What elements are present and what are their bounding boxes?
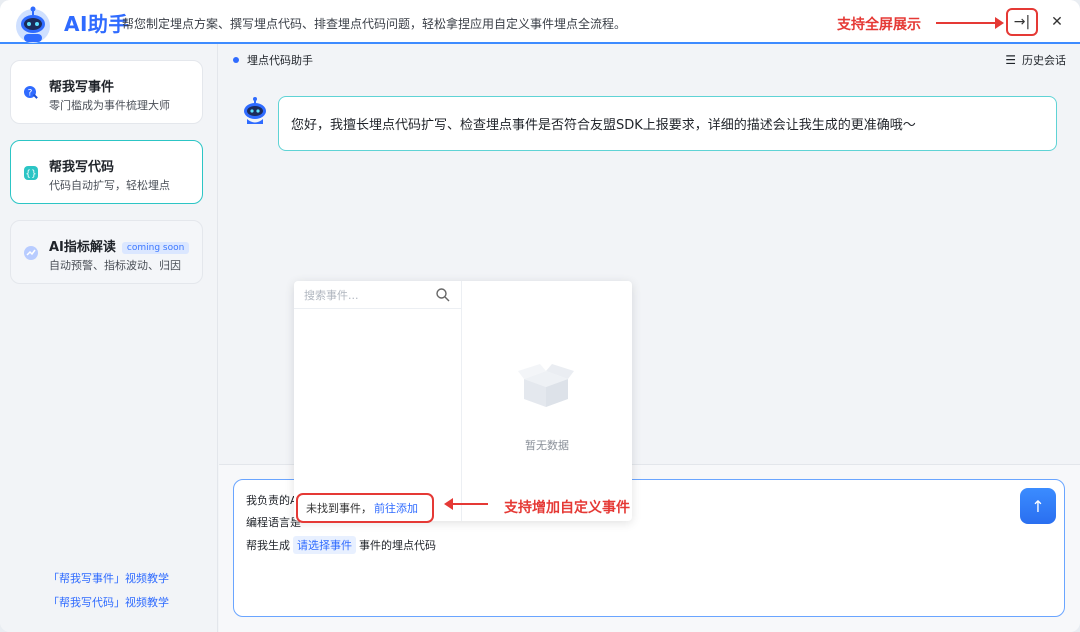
send-button[interactable]: ↑	[1020, 488, 1056, 524]
composer-line-3: 帮我生成 请选择事件 事件的埋点代码	[246, 536, 436, 554]
card-title: 帮我写代码	[49, 160, 115, 175]
assistant-message-text: 您好，我擅长埋点代码扩写、检查埋点事件是否符合友盟SDK上报要求，详细的描述会让…	[291, 118, 916, 133]
app-window: AI助手 帮您制定埋点方案、撰写埋点代码、排查埋点代码问题，轻松拿捏应用自定义事…	[0, 0, 1080, 632]
event-list-pane: 未找到事件，前往添加	[294, 281, 462, 523]
robot-logo-icon	[16, 6, 50, 43]
custom-event-annotation: 支持增加自定义事件	[504, 500, 630, 516]
history-button[interactable]: ☰ 历史会话	[1005, 52, 1066, 68]
header-bar: AI助手 帮您制定埋点方案、撰写埋点代码、排查埋点代码问题，轻松拿捏应用自定义事…	[0, 0, 1080, 44]
status-dot	[233, 57, 239, 63]
card-subtitle: 代码自动扩写，轻松埋点	[49, 179, 170, 192]
search-input[interactable]	[304, 287, 428, 303]
code-icon: {}	[24, 166, 38, 180]
video-tutorial-event-link[interactable]: 「帮我写事件」视频教学	[48, 570, 169, 586]
video-tutorial-code-link[interactable]: 「帮我写代码」视频教学	[48, 594, 169, 610]
page-title: 埋点代码助手	[233, 52, 313, 68]
assistant-message: 您好，我擅长埋点代码扩写、检查埋点事件是否符合友盟SDK上报要求，详细的描述会让…	[278, 96, 1057, 151]
add-event-row: 未找到事件， 前往添加	[296, 493, 434, 523]
select-event-chip[interactable]: 请选择事件	[293, 536, 356, 554]
page-title-text: 埋点代码助手	[247, 54, 313, 67]
card-title-text: AI指标解读	[49, 240, 116, 255]
card-title: 帮我写事件	[49, 80, 115, 95]
composer-prefix: 帮我生成	[246, 539, 290, 552]
search-row	[294, 281, 462, 309]
empty-box-icon	[518, 364, 574, 407]
add-event-link[interactable]: 前往添加	[374, 500, 418, 516]
annotation-arrow-left	[444, 498, 488, 510]
svg-text:{}: {}	[25, 170, 36, 180]
fullscreen-button[interactable]: →|	[1006, 8, 1038, 36]
pencil-question-icon: ?	[24, 86, 38, 99]
card-write-event[interactable]: ? 帮我写事件 零门槛成为事件梳理大师	[10, 60, 203, 124]
empty-state-text: 暂无数据	[525, 439, 569, 452]
header-tagline: 帮您制定埋点方案、撰写埋点代码、排查埋点代码问题，轻松拿捏应用自定义事件埋点全流…	[122, 17, 627, 31]
card-subtitle: 零门槛成为事件梳理大师	[49, 99, 170, 112]
brand-title: AI助手	[64, 12, 129, 36]
card-write-code[interactable]: {} 帮我写代码 代码自动扩写，轻松埋点	[10, 140, 203, 204]
search-icon[interactable]	[435, 287, 451, 303]
bot-avatar-icon	[244, 97, 266, 124]
close-icon: ✕	[1051, 14, 1063, 30]
sidebar: ? 帮我写事件 零门槛成为事件梳理大师 {} 帮我写代码 代码自动扩写，轻松埋点…	[0, 44, 218, 632]
svg-text:?: ?	[28, 89, 33, 99]
close-button[interactable]: ✕	[1046, 10, 1068, 34]
card-title: AI指标解读 coming soon	[49, 236, 190, 255]
annotation-arrow-right	[936, 17, 1004, 29]
card-subtitle: 自动预警、指标波动、归因	[49, 259, 181, 272]
card-ai-metrics[interactable]: AI指标解读 coming soon 自动预警、指标波动、归因	[10, 220, 203, 284]
expand-icon: →|	[1013, 14, 1031, 30]
chart-icon	[24, 246, 38, 260]
composer-line-1: 我负责的A	[246, 494, 298, 507]
composer-line-2: 编程语言是	[246, 516, 301, 529]
history-label: 历史会话	[1022, 54, 1066, 67]
not-found-text: 未找到事件，	[306, 502, 372, 515]
composer-suffix: 事件的埋点代码	[359, 539, 436, 552]
coming-soon-badge: coming soon	[121, 242, 190, 254]
arrow-up-icon: ↑	[1031, 496, 1045, 516]
event-dropdown: 未找到事件，前往添加 暂无数据	[294, 281, 632, 523]
list-icon: ☰	[1005, 53, 1016, 67]
fullscreen-annotation: 支持全屏展示	[837, 17, 921, 33]
